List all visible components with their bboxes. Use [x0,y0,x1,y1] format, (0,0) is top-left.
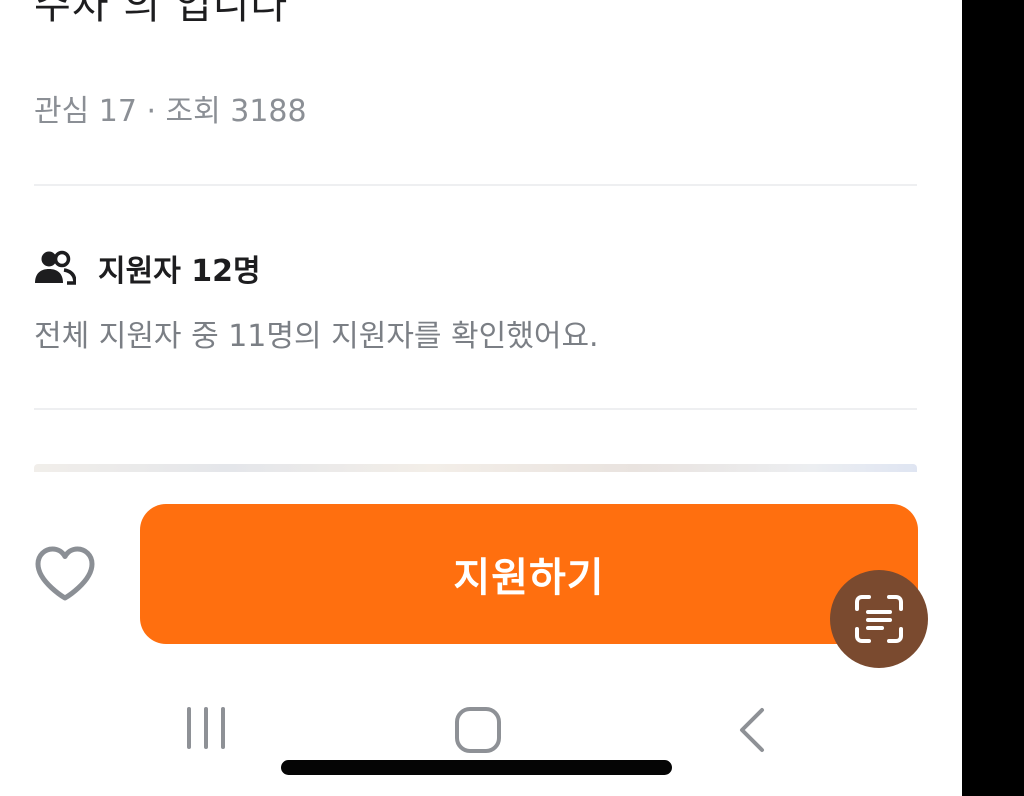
applicants-header: 지원자 12명 [34,246,261,290]
back-button[interactable] [734,706,770,754]
apply-button[interactable]: 지원하기 [140,504,918,644]
recent-apps-button[interactable] [184,706,228,750]
image-gallery-peek[interactable] [34,464,917,472]
home-icon [454,706,502,754]
gesture-home-indicator[interactable] [281,760,672,775]
favorite-button[interactable] [34,546,96,602]
recent-apps-icon [184,706,228,750]
applicants-count-title: 지원자 12명 [98,254,261,289]
back-icon [734,706,770,754]
listing-meta-stats: 관심 17 · 조회 3188 [34,94,307,129]
system-navigation-bar [0,690,962,770]
home-button[interactable] [454,706,502,754]
people-icon [34,250,76,286]
heart-outline-icon [34,546,96,602]
text-scan-icon [851,591,907,647]
applicants-description: 전체 지원자 중 11명의 지원자를 확인했어요. [34,319,599,354]
listing-title-partial: 주차 의 입니다 [34,0,289,28]
app-screen: 주차 의 입니다 관심 17 · 조회 3188 지원자 12명 전체 지원자 … [0,0,962,796]
section-divider [34,184,917,186]
text-scan-button[interactable] [830,570,928,668]
section-divider [34,408,917,410]
